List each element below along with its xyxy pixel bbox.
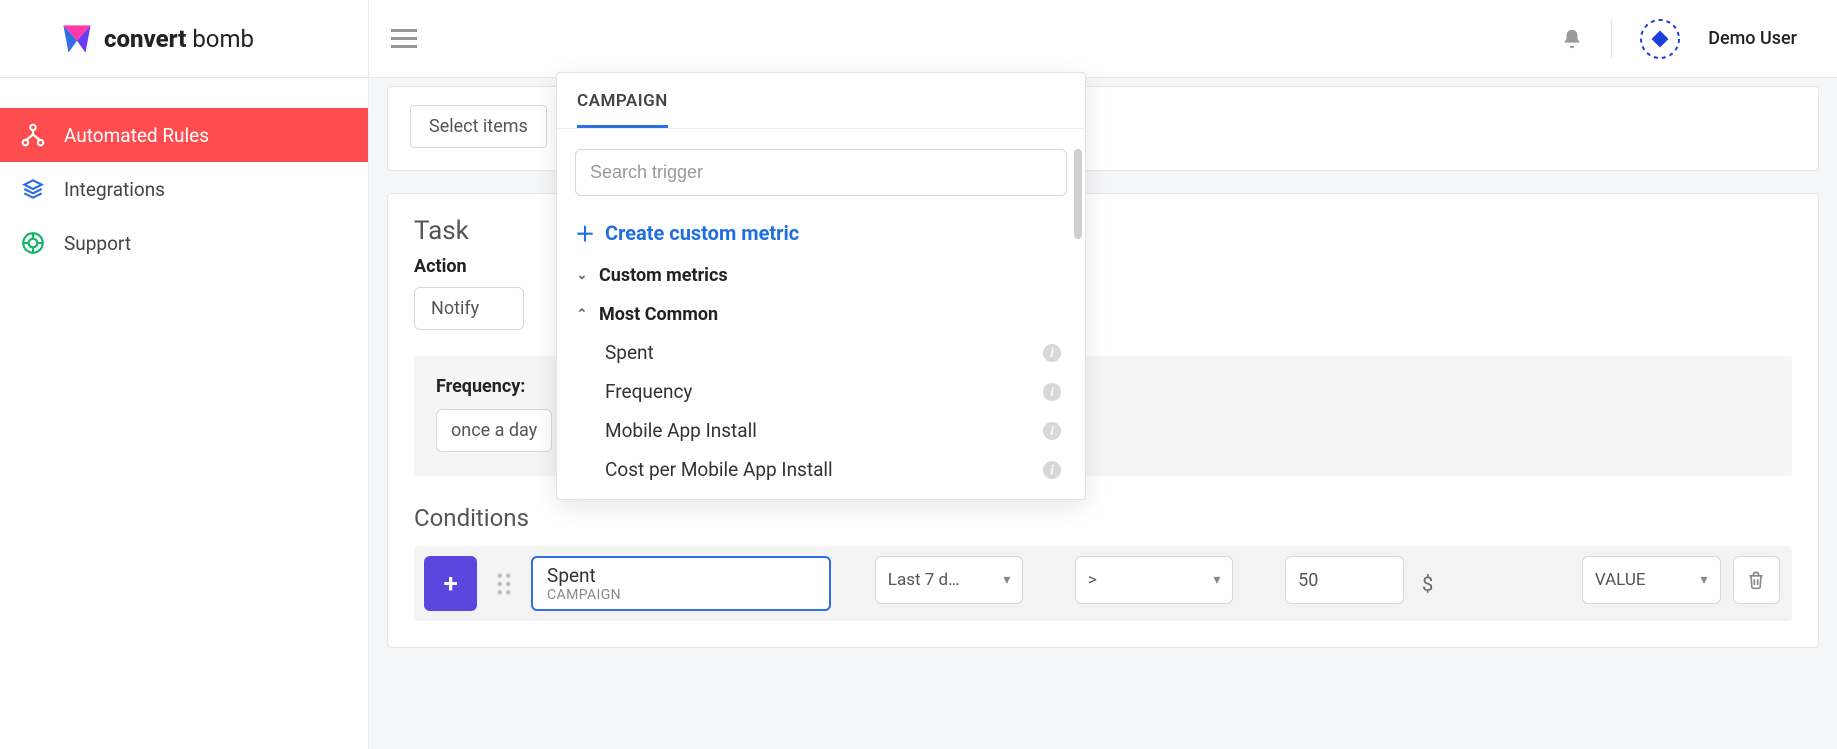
- support-icon: [20, 230, 46, 256]
- add-condition-button[interactable]: +: [424, 556, 477, 611]
- metric-name: Spent: [547, 564, 815, 587]
- info-icon[interactable]: i: [1043, 383, 1061, 401]
- operator-select[interactable]: > ▾: [1075, 556, 1233, 604]
- sidebar-item-integrations[interactable]: Integrations: [0, 162, 368, 216]
- logo-icon: [60, 22, 94, 56]
- metric-option[interactable]: Mobile App Install i: [575, 411, 1067, 450]
- condition-row: + Spent CAMPAIGN Last 7 d… ▾ > ▾: [414, 546, 1792, 621]
- logo-text: convert bomb: [104, 25, 254, 53]
- chevron-down-icon: ▾: [1213, 572, 1220, 588]
- sidebar-item-support[interactable]: Support: [0, 216, 368, 270]
- sidebar-item-label: Automated Rules: [64, 124, 209, 147]
- unit-label: $: [1416, 556, 1439, 611]
- info-icon[interactable]: i: [1043, 461, 1061, 479]
- integrations-icon: [20, 176, 46, 202]
- hamburger-icon[interactable]: [391, 29, 417, 49]
- sidebar-item-automated-rules[interactable]: Automated Rules: [0, 108, 368, 162]
- top-bar: convert bomb Demo User: [0, 0, 1837, 78]
- value-input[interactable]: 50: [1285, 556, 1404, 604]
- popover-tabs: CAMPAIGN: [557, 73, 1085, 129]
- select-items-button[interactable]: Select items: [410, 105, 547, 148]
- chevron-down-icon: ▾: [1003, 572, 1010, 588]
- metric-select[interactable]: Spent CAMPAIGN: [531, 556, 831, 611]
- logo[interactable]: convert bomb: [0, 0, 369, 77]
- action-select[interactable]: Notify: [414, 287, 524, 330]
- group-most-common[interactable]: ⌃ Most Common: [575, 304, 1067, 325]
- sidebar-item-label: Support: [64, 232, 131, 255]
- scrollbar[interactable]: [1074, 149, 1082, 239]
- group-custom-metrics[interactable]: ⌄ Custom metrics: [575, 265, 1067, 286]
- sidebar-item-label: Integrations: [64, 178, 165, 201]
- metric-option[interactable]: Cost per Mobile App Install i: [575, 450, 1067, 489]
- frequency-select[interactable]: once a day: [436, 409, 552, 452]
- metric-option[interactable]: Frequency i: [575, 372, 1067, 411]
- chevron-down-icon: ⌄: [575, 268, 589, 283]
- plus-icon: ＋: [575, 218, 595, 247]
- search-trigger-input[interactable]: [575, 149, 1067, 196]
- delete-condition-button[interactable]: [1733, 556, 1780, 604]
- date-range-select[interactable]: Last 7 d… ▾: [875, 556, 1024, 604]
- metric-list: Spent i Frequency i Mobile App Install i…: [575, 333, 1067, 489]
- info-icon[interactable]: i: [1043, 344, 1061, 362]
- create-custom-metric-button[interactable]: ＋ Create custom metric: [575, 218, 1067, 247]
- divider: [1611, 20, 1612, 58]
- drag-handle-icon[interactable]: [489, 556, 519, 611]
- conditions-heading: Conditions: [414, 504, 1792, 532]
- chevron-down-icon: ▾: [1701, 572, 1708, 588]
- metric-popover: CAMPAIGN ＋ Create custom metric ⌄ Custom…: [556, 72, 1086, 500]
- bell-icon[interactable]: [1561, 27, 1583, 51]
- avatar[interactable]: [1640, 19, 1680, 59]
- sidebar: Automated Rules Integrations Support: [0, 78, 369, 749]
- username[interactable]: Demo User: [1708, 28, 1797, 49]
- tab-campaign[interactable]: CAMPAIGN: [577, 91, 668, 128]
- metric-scope: CAMPAIGN: [547, 587, 815, 603]
- value-type-select[interactable]: VALUE ▾: [1582, 556, 1721, 604]
- rules-icon: [20, 122, 46, 148]
- metric-option[interactable]: Spent i: [575, 333, 1067, 372]
- chevron-up-icon: ⌃: [575, 307, 589, 322]
- info-icon[interactable]: i: [1043, 422, 1061, 440]
